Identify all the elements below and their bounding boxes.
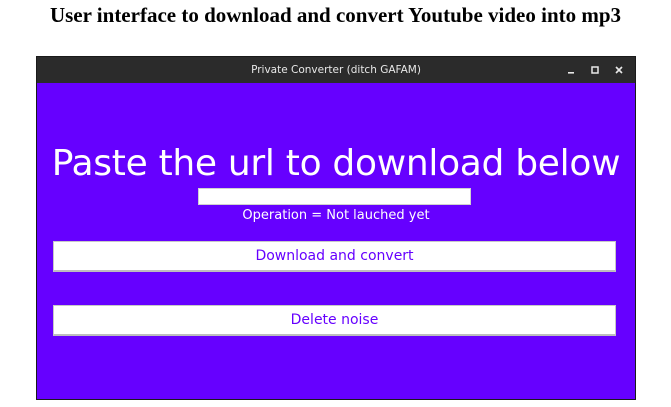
url-input[interactable] bbox=[198, 188, 471, 205]
main-content: Paste the url to download below Operatio… bbox=[37, 83, 635, 399]
download-and-convert-button[interactable]: Download and convert bbox=[53, 241, 616, 272]
close-icon bbox=[615, 66, 623, 74]
status-label: Operation = Not lauched yet bbox=[242, 208, 430, 223]
window-controls bbox=[559, 57, 631, 83]
app-window: Private Converter (ditch GAFAM) Paste th… bbox=[36, 56, 636, 400]
minimize-icon bbox=[568, 72, 574, 74]
window-titlebar[interactable]: Private Converter (ditch GAFAM) bbox=[37, 57, 635, 83]
figure-caption: User interface to download and convert Y… bbox=[49, 3, 622, 27]
maximize-button[interactable] bbox=[583, 57, 607, 83]
page-title: Paste the url to download below bbox=[51, 143, 621, 184]
minimize-button[interactable] bbox=[559, 57, 583, 83]
window-title: Private Converter (ditch GAFAM) bbox=[251, 64, 421, 76]
delete-noise-button[interactable]: Delete noise bbox=[53, 305, 616, 336]
close-button[interactable] bbox=[607, 57, 631, 83]
maximize-icon bbox=[591, 66, 599, 74]
